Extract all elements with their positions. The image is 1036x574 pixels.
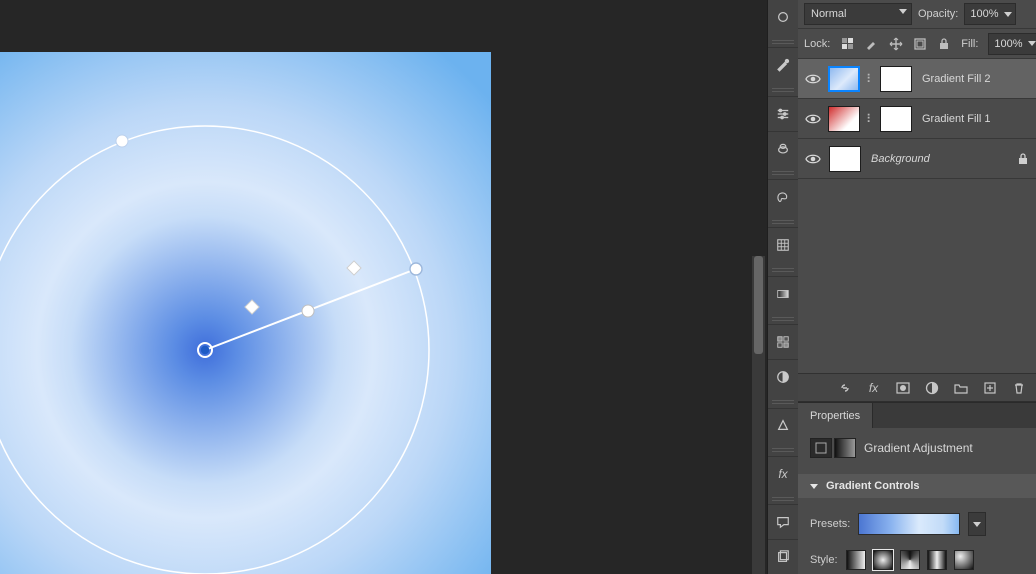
scrollbar-thumb[interactable] xyxy=(754,256,763,354)
tool-gradient[interactable] xyxy=(768,276,798,311)
adjustment-icon xyxy=(810,438,856,458)
side-panel: Normal Opacity: 100% Lock: Fill: 100% xyxy=(798,0,1036,574)
chevron-down-icon xyxy=(1004,12,1012,17)
layer-row[interactable]: ⠇ Gradient Fill 2 xyxy=(798,59,1036,99)
chevron-down-icon xyxy=(1028,41,1036,46)
layer-name[interactable]: Gradient Fill 1 xyxy=(922,113,990,125)
layer-row[interactable]: Background xyxy=(798,139,1036,179)
visibility-icon[interactable] xyxy=(804,70,822,88)
tool-note[interactable] xyxy=(768,504,798,539)
tool-shape[interactable] xyxy=(768,408,798,443)
preset-dropdown[interactable] xyxy=(968,512,986,536)
adjustment-title: Gradient Adjustment xyxy=(864,441,973,455)
layer-mask-thumbnail[interactable] xyxy=(880,66,912,92)
lock-position-icon[interactable] xyxy=(888,36,903,51)
lock-transparency-icon[interactable] xyxy=(840,36,855,51)
tool-fx[interactable]: fx xyxy=(768,456,798,491)
style-buttons xyxy=(846,550,974,570)
layer-mask-thumbnail[interactable] xyxy=(880,106,912,132)
style-angle-icon[interactable] xyxy=(900,550,920,570)
opacity-label: Opacity: xyxy=(918,8,958,20)
layer-name[interactable]: Gradient Fill 2 xyxy=(922,73,990,85)
tool-brush[interactable] xyxy=(768,0,798,34)
layer-thumbnail[interactable] xyxy=(828,66,860,92)
style-reflected-icon[interactable] xyxy=(927,550,947,570)
style-diamond-icon[interactable] xyxy=(954,550,974,570)
adjustment-layer-icon[interactable] xyxy=(924,380,939,395)
new-layer-icon[interactable] xyxy=(982,380,997,395)
lock-paint-icon[interactable] xyxy=(864,36,879,51)
lock-icon xyxy=(1015,151,1030,166)
layer-name[interactable]: Background xyxy=(871,153,930,165)
group-icon[interactable] xyxy=(953,380,968,395)
layer-thumbnail[interactable] xyxy=(828,106,860,132)
add-mask-icon[interactable] xyxy=(895,380,910,395)
preset-swatch[interactable] xyxy=(858,513,960,535)
style-radial-icon[interactable] xyxy=(873,550,893,570)
opacity-field[interactable]: 100% xyxy=(964,3,1015,25)
scrollbar-vertical[interactable] xyxy=(752,256,765,574)
grip xyxy=(768,34,798,48)
link-icon[interactable]: ⠇ xyxy=(866,112,874,126)
lock-artboard-icon[interactable] xyxy=(912,36,927,51)
chevron-down-icon xyxy=(810,484,818,489)
layers-footer: fx xyxy=(798,374,1036,402)
visibility-icon[interactable] xyxy=(804,150,822,168)
grip xyxy=(768,262,798,276)
lock-all-icon[interactable] xyxy=(936,36,951,51)
tool-artboard[interactable] xyxy=(768,539,798,574)
canvas[interactable] xyxy=(0,52,491,574)
layers-empty-area xyxy=(798,179,1036,374)
chevron-down-icon xyxy=(899,9,907,14)
tool-pattern[interactable] xyxy=(768,324,798,359)
lock-row: Lock: Fill: 100% xyxy=(798,29,1036,59)
presets-label: Presets: xyxy=(810,518,850,530)
tool-grid[interactable] xyxy=(768,227,798,262)
fx-icon[interactable]: fx xyxy=(866,380,881,395)
properties-tabs: Properties xyxy=(798,402,1036,428)
blend-mode-dropdown[interactable]: Normal xyxy=(804,3,912,25)
section-label: Gradient Controls xyxy=(826,480,920,492)
grip xyxy=(768,82,798,96)
fill-value: 100% xyxy=(994,38,1022,50)
properties-body: Gradient Adjustment Gradient Controls Pr… xyxy=(798,428,1036,570)
link-layers-icon[interactable] xyxy=(837,380,852,395)
visibility-icon[interactable] xyxy=(804,110,822,128)
tab-properties[interactable]: Properties xyxy=(798,403,873,428)
fill-field[interactable]: 100% xyxy=(988,33,1036,55)
style-label: Style: xyxy=(810,554,838,566)
section-gradient-controls[interactable]: Gradient Controls xyxy=(798,474,1036,498)
fill-label: Fill: xyxy=(961,38,978,50)
grip xyxy=(768,394,798,408)
tool-adjustment[interactable] xyxy=(768,359,798,394)
blend-mode-value: Normal xyxy=(811,8,846,20)
chevron-down-icon xyxy=(973,522,981,527)
tool-mixer-brush[interactable] xyxy=(768,47,798,82)
layers-list: ⠇ Gradient Fill 2 ⠇ Gradient Fill 1 Back… xyxy=(798,59,1036,179)
opacity-value: 100% xyxy=(970,8,998,20)
tool-swatches[interactable] xyxy=(768,179,798,214)
tab-label: Properties xyxy=(810,410,860,422)
grip xyxy=(768,442,798,456)
grip xyxy=(768,311,798,325)
tool-strip: fx xyxy=(767,0,799,574)
grip xyxy=(768,166,798,180)
grip xyxy=(768,214,798,228)
document-stage xyxy=(0,0,765,574)
link-icon[interactable]: ⠇ xyxy=(866,72,874,86)
layer-row[interactable]: ⠇ Gradient Fill 1 xyxy=(798,99,1036,139)
grip xyxy=(768,491,798,505)
lock-label: Lock: xyxy=(804,38,830,50)
style-linear-icon[interactable] xyxy=(846,550,866,570)
tool-options[interactable] xyxy=(768,96,798,131)
trash-icon[interactable] xyxy=(1011,380,1026,395)
blend-row: Normal Opacity: 100% xyxy=(798,0,1036,29)
tool-clone[interactable] xyxy=(768,131,798,166)
layer-thumbnail[interactable] xyxy=(829,146,861,172)
